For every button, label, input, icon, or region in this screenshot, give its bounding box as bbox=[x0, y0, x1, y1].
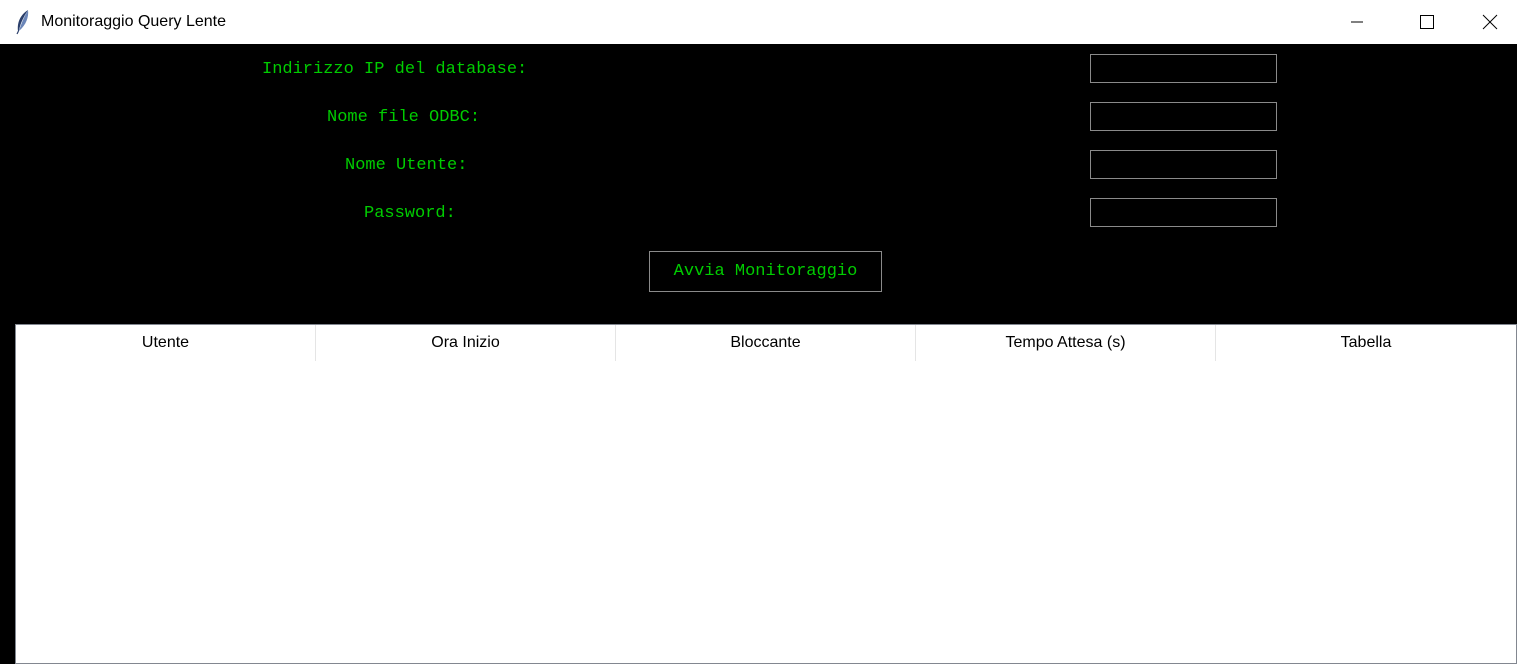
table-body[interactable] bbox=[16, 361, 1516, 663]
password-input[interactable] bbox=[1090, 198, 1277, 227]
username-label: Nome Utente: bbox=[345, 156, 468, 175]
column-header-tabella[interactable]: Tabella bbox=[1216, 325, 1516, 361]
minimize-button[interactable] bbox=[1322, 0, 1392, 44]
close-icon bbox=[1482, 14, 1497, 30]
username-input[interactable] bbox=[1090, 150, 1277, 179]
odbc-file-input[interactable] bbox=[1090, 102, 1277, 131]
start-monitoring-button[interactable]: Avvia Monitoraggio bbox=[649, 251, 882, 292]
feather-icon bbox=[16, 10, 29, 35]
maximize-button[interactable] bbox=[1392, 0, 1462, 44]
table-header: Utente Ora Inizio Bloccante Tempo Attesa… bbox=[16, 325, 1516, 361]
minimize-icon bbox=[1351, 21, 1363, 23]
db-ip-label: Indirizzo IP del database: bbox=[262, 60, 528, 79]
column-header-ora-inizio[interactable]: Ora Inizio bbox=[316, 325, 616, 361]
db-ip-input[interactable] bbox=[1090, 54, 1277, 83]
password-label: Password: bbox=[364, 204, 456, 223]
close-button[interactable] bbox=[1462, 0, 1517, 44]
main-panel: Indirizzo IP del database: Nome file ODB… bbox=[0, 44, 1517, 664]
column-header-bloccante[interactable]: Bloccante bbox=[616, 325, 916, 361]
column-header-utente[interactable]: Utente bbox=[16, 325, 316, 361]
column-header-tempo-attesa[interactable]: Tempo Attesa (s) bbox=[916, 325, 1216, 361]
window-title: Monitoraggio Query Lente bbox=[41, 13, 226, 30]
odbc-file-label: Nome file ODBC: bbox=[327, 108, 481, 127]
query-table[interactable]: Utente Ora Inizio Bloccante Tempo Attesa… bbox=[15, 324, 1517, 664]
maximize-icon bbox=[1420, 15, 1434, 29]
window-titlebar: Monitoraggio Query Lente bbox=[0, 0, 1517, 44]
